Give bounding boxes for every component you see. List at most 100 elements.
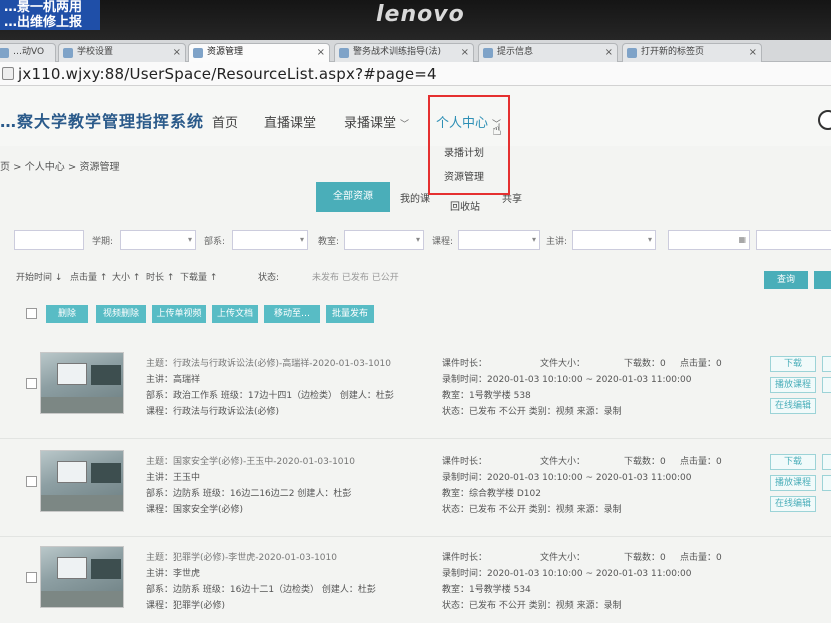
more-button[interactable] <box>822 454 831 470</box>
tab-recycle-bin[interactable]: 回收站 <box>450 198 480 213</box>
row-checkbox[interactable] <box>26 378 37 389</box>
query-button[interactable]: 查询 <box>764 271 808 289</box>
sort-size[interactable]: 大小 ↑ <box>112 270 140 283</box>
more-button[interactable] <box>822 377 831 393</box>
row-checkbox[interactable] <box>26 572 37 583</box>
dropdown-item-record-plan[interactable]: 录播计划 <box>432 142 508 166</box>
sort-downloads[interactable]: 下载量 ↑ <box>180 270 217 283</box>
resource-size: 文件大小： <box>540 359 586 369</box>
semester-select[interactable]: ▾ <box>120 230 196 250</box>
favicon-icon <box>63 48 73 58</box>
date-start-input[interactable]: ▦ <box>668 230 750 250</box>
thumb-board <box>91 559 121 579</box>
resource-title[interactable]: 主题：国家安全学(必修)-王玉中-2020-01-03-1010 <box>146 454 355 467</box>
resource-course: 课程：犯罪学(必修) <box>146 601 226 611</box>
lecturer-select[interactable]: ▾ <box>572 230 656 250</box>
close-icon[interactable]: × <box>605 44 613 61</box>
resource-lecturer: 主讲：高瑞祥 <box>146 375 201 385</box>
nav-live[interactable]: 直播课堂 <box>264 112 316 131</box>
dropdown-item-resource-manage[interactable]: 资源管理 <box>432 166 508 190</box>
video-thumbnail[interactable] <box>40 352 124 414</box>
favicon-icon <box>627 48 637 58</box>
resource-course: 课程：行政法与行政诉讼法(必修) <box>146 407 280 417</box>
filter-label: 学期: <box>92 237 114 247</box>
browser-tab-6[interactable]: 打开新的标签页 × <box>622 43 762 62</box>
browser-tab-5[interactable]: 提示信息 × <box>478 43 618 62</box>
sort-duration[interactable]: 时长 ↑ <box>146 270 174 283</box>
dept-select[interactable]: ▾ <box>232 230 308 250</box>
user-avatar[interactable] <box>818 110 831 130</box>
online-edit-button[interactable]: 在线编辑 <box>770 398 816 414</box>
date-end-input[interactable] <box>756 230 831 250</box>
resource-lecturer: 主讲：王玉中 <box>146 473 201 483</box>
chevron-down-icon: ▾ <box>647 235 652 244</box>
hand-cursor-icon: ☝ <box>492 120 502 139</box>
download-button[interactable]: 下载 <box>770 356 816 372</box>
resource-duration: 课件时长： <box>442 359 488 369</box>
resource-clicks: 点击量：0 <box>680 457 722 467</box>
reset-button[interactable] <box>814 271 831 289</box>
tab-shared[interactable]: 共享 <box>502 190 522 205</box>
select-all-checkbox[interactable] <box>26 308 37 319</box>
download-button[interactable]: 下载 <box>770 454 816 470</box>
more-button[interactable] <box>822 475 831 491</box>
resource-duration: 课件时长： <box>442 457 488 467</box>
close-icon[interactable]: × <box>749 44 757 61</box>
upload-doc-button[interactable]: 上传文档 <box>212 305 258 323</box>
address-bar[interactable]: jx110.wjxy:88/UserSpace/ResourceList.asp… <box>0 62 831 86</box>
play-course-button[interactable]: 播放课程 <box>770 377 816 393</box>
site-header: …察大学教学管理指挥系统 首页 直播课堂 录播课堂 ﹀ 个人中心 ﹀ <box>0 86 831 146</box>
resource-downloads: 下载数：0 <box>624 359 666 369</box>
nav-recorded[interactable]: 录播课堂 ﹀ <box>344 112 409 131</box>
close-icon[interactable]: × <box>461 44 469 61</box>
resource-record-time: 录制时间：2020-01-03 10:10:00 ~ 2020-01-03 11… <box>442 473 692 483</box>
favicon-icon <box>0 48 9 58</box>
sort-clicks[interactable]: 点击量 ↑ <box>70 270 107 283</box>
keyword-input[interactable] <box>14 230 84 250</box>
browser-tab-4[interactable]: 警务战术训练指导(法) × <box>334 43 474 62</box>
tab-all-resources[interactable]: 全部资源 <box>316 182 390 212</box>
video-thumbnail[interactable] <box>40 450 124 512</box>
address-text[interactable]: jx110.wjxy:88/UserSpace/ResourceList.asp… <box>18 65 437 83</box>
nav-label: 录播课堂 <box>344 116 397 131</box>
resource-dept: 部系：政治工作系 班级：17边十四1（边检类） 创建人：杜彭 <box>146 391 394 401</box>
resource-record-time: 录制时间：2020-01-03 10:10:00 ~ 2020-01-03 11… <box>442 569 692 579</box>
resource-title[interactable]: 主题：犯罪学(必修)-李世虎-2020-01-03-1010 <box>146 550 337 563</box>
course-select[interactable]: ▾ <box>458 230 540 250</box>
more-button[interactable] <box>822 356 831 372</box>
resource-clicks: 点击量：0 <box>680 553 722 563</box>
tab-my-courses[interactable]: 我的课 <box>400 190 430 205</box>
batch-publish-button[interactable]: 批量发布 <box>326 305 374 323</box>
resource-clicks: 点击量：0 <box>680 359 722 369</box>
resource-status: 状态：已发布 不公开 类别：视频 来源：录制 <box>442 505 622 515</box>
close-icon[interactable]: × <box>173 44 181 61</box>
delete-button[interactable]: 删除 <box>46 305 88 323</box>
tab-label: …动VO <box>13 47 45 57</box>
status-options[interactable]: 未发布 已发布 已公开 <box>312 270 399 283</box>
row-checkbox[interactable] <box>26 476 37 487</box>
sort-row: 开始时间 ↓ 点击量 ↑ 大小 ↑ 时长 ↑ 下载量 ↑ 状态: 未发布 已发布… <box>0 268 831 286</box>
thumb-screen <box>57 461 87 483</box>
filter-label: 主讲: <box>546 237 568 247</box>
thumb-desk <box>41 591 123 607</box>
nav-label: 个人中心 <box>436 116 489 131</box>
resource-title[interactable]: 主题：行政法与行政诉讼法(必修)-高瑞祥-2020-01-03-1010 <box>146 356 391 369</box>
classroom-select[interactable]: ▾ <box>344 230 424 250</box>
sort-start-time[interactable]: 开始时间 ↓ <box>16 270 62 283</box>
chevron-down-icon: ▾ <box>187 235 192 244</box>
filter-label: 课程: <box>432 237 454 247</box>
browser-tab-1[interactable]: …动VO <box>0 43 56 62</box>
upload-video-button[interactable]: 上传单视频 <box>152 305 206 323</box>
close-icon[interactable]: × <box>317 44 325 61</box>
browser-tab-3[interactable]: 资源管理 × <box>188 43 330 62</box>
play-course-button[interactable]: 播放课程 <box>770 475 816 491</box>
nav-home[interactable]: 首页 <box>212 112 238 131</box>
favicon-icon <box>483 48 493 58</box>
move-to-button[interactable]: 移动至… <box>264 305 320 323</box>
tab-label: 警务战术训练指导(法) <box>353 47 442 57</box>
browser-tab-2[interactable]: 学校设置 × <box>58 43 186 62</box>
online-edit-button[interactable]: 在线编辑 <box>770 496 816 512</box>
video-delete-button[interactable]: 视频删除 <box>96 305 146 323</box>
video-thumbnail[interactable] <box>40 546 124 608</box>
sticker-line-2: …出维修上报 <box>4 15 83 30</box>
